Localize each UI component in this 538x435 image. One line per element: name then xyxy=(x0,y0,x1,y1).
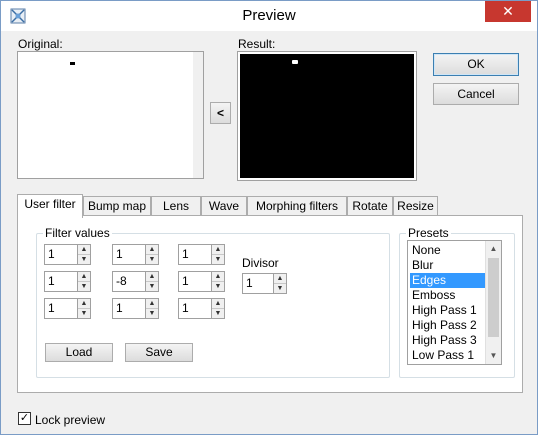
filter-value-r2c2[interactable]: -8 ▲ ▼ xyxy=(112,271,159,292)
close-icon: ✕ xyxy=(502,3,514,19)
result-image xyxy=(240,54,414,178)
chevron-down-icon[interactable]: ▼ xyxy=(486,348,501,363)
triangle-up-icon[interactable]: ▲ xyxy=(212,272,224,282)
spin-buttons: ▲ ▼ xyxy=(146,244,159,265)
filter-value-field[interactable]: 1 xyxy=(178,244,212,265)
window-title: Preview xyxy=(242,7,296,24)
filter-value-r3c3[interactable]: 1 ▲ ▼ xyxy=(178,298,225,319)
checkmark-icon: ✓ xyxy=(19,412,30,424)
ok-button[interactable]: OK xyxy=(433,53,519,76)
filter-value-field[interactable]: 1 xyxy=(112,244,146,265)
filter-value-r3c2[interactable]: 1 ▲ ▼ xyxy=(112,298,159,319)
triangle-down-icon[interactable]: ▼ xyxy=(212,282,224,292)
result-preview xyxy=(237,51,417,181)
scroll-thumb[interactable] xyxy=(488,258,499,337)
spin-buttons: ▲ ▼ xyxy=(274,273,287,294)
preview-window: Preview ✕ Original: < Result: OK Cancel … xyxy=(0,0,538,435)
spin-buttons: ▲ ▼ xyxy=(78,271,91,292)
spin-buttons: ▲ ▼ xyxy=(146,298,159,319)
filter-value-r1c1[interactable]: 1 ▲ ▼ xyxy=(44,244,91,265)
triangle-down-icon[interactable]: ▼ xyxy=(78,255,90,265)
preset-item-high-pass-3[interactable]: High Pass 3 xyxy=(410,333,486,348)
spin-buttons: ▲ ▼ xyxy=(212,298,225,319)
filter-value-field[interactable]: 1 xyxy=(44,298,78,319)
triangle-up-icon[interactable]: ▲ xyxy=(146,299,158,309)
triangle-down-icon[interactable]: ▼ xyxy=(274,284,286,294)
triangle-up-icon[interactable]: ▲ xyxy=(78,299,90,309)
triangle-down-icon[interactable]: ▼ xyxy=(146,282,158,292)
divisor-field[interactable]: 1 xyxy=(242,273,274,294)
preset-item-blur[interactable]: Blur xyxy=(410,258,486,273)
spin-buttons: ▲ ▼ xyxy=(212,271,225,292)
divisor-spinner[interactable]: 1 ▲ ▼ xyxy=(242,273,289,294)
tab-resize[interactable]: Resize xyxy=(393,196,438,216)
preset-item-emboss[interactable]: Emboss xyxy=(410,288,486,303)
chevron-up-icon[interactable]: ▲ xyxy=(486,241,501,256)
filter-value-field[interactable]: 1 xyxy=(44,271,78,292)
filter-value-r1c3[interactable]: 1 ▲ ▼ xyxy=(178,244,225,265)
filter-value-field[interactable]: 1 xyxy=(112,298,146,319)
preset-item-high-pass-2[interactable]: High Pass 2 xyxy=(410,318,486,333)
presets-title: Presets xyxy=(406,226,451,240)
save-button[interactable]: Save xyxy=(125,343,193,362)
filter-values-title: Filter values xyxy=(43,226,112,240)
triangle-up-icon[interactable]: ▲ xyxy=(78,245,90,255)
filter-value-field[interactable]: -8 xyxy=(112,271,146,292)
original-preview xyxy=(17,51,204,179)
preset-item-none[interactable]: None xyxy=(410,243,486,258)
copy-to-original-button[interactable]: < xyxy=(210,102,231,124)
filter-value-field[interactable]: 1 xyxy=(44,244,78,265)
preset-item-low-pass-1[interactable]: Low Pass 1 xyxy=(410,348,486,363)
triangle-down-icon[interactable]: ▼ xyxy=(212,255,224,265)
tab-morphing-filters[interactable]: Morphing filters xyxy=(247,196,347,216)
preset-item-high-pass-1[interactable]: High Pass 1 xyxy=(410,303,486,318)
title-bar: Preview ✕ xyxy=(1,1,537,31)
divisor-label: Divisor xyxy=(242,256,279,270)
spin-buttons: ▲ ▼ xyxy=(78,244,91,265)
result-image-content xyxy=(292,60,298,64)
presets-scrollbar[interactable]: ▲ ▼ xyxy=(485,241,501,364)
presets-list[interactable]: None Blur Edges Emboss High Pass 1 High … xyxy=(407,240,502,365)
filter-value-r2c1[interactable]: 1 ▲ ▼ xyxy=(44,271,91,292)
triangle-down-icon[interactable]: ▼ xyxy=(78,309,90,319)
filter-value-field[interactable]: 1 xyxy=(178,271,212,292)
original-label: Original: xyxy=(18,37,63,51)
close-button[interactable]: ✕ xyxy=(485,1,531,22)
tab-lens[interactable]: Lens xyxy=(151,196,201,216)
filter-value-r2c3[interactable]: 1 ▲ ▼ xyxy=(178,271,225,292)
triangle-down-icon[interactable]: ▼ xyxy=(78,282,90,292)
tab-wave[interactable]: Wave xyxy=(201,196,247,216)
triangle-down-icon[interactable]: ▼ xyxy=(212,309,224,319)
cancel-button[interactable]: Cancel xyxy=(433,83,519,105)
filter-value-r1c2[interactable]: 1 ▲ ▼ xyxy=(112,244,159,265)
tab-rotate[interactable]: Rotate xyxy=(347,196,393,216)
original-image-content xyxy=(70,62,75,65)
spin-buttons: ▲ ▼ xyxy=(146,271,159,292)
tab-user-filter[interactable]: User filter xyxy=(17,194,83,218)
original-preview-scrollbar[interactable] xyxy=(193,52,203,178)
tab-bump-map[interactable]: Bump map xyxy=(83,196,151,216)
spin-buttons: ▲ ▼ xyxy=(212,244,225,265)
triangle-up-icon[interactable]: ▲ xyxy=(212,245,224,255)
triangle-up-icon[interactable]: ▲ xyxy=(146,272,158,282)
lock-preview-checkbox[interactable]: ✓ xyxy=(18,412,31,425)
spin-buttons: ▲ ▼ xyxy=(78,298,91,319)
triangle-down-icon[interactable]: ▼ xyxy=(146,309,158,319)
result-label: Result: xyxy=(238,37,276,51)
triangle-up-icon[interactable]: ▲ xyxy=(146,245,158,255)
triangle-up-icon[interactable]: ▲ xyxy=(212,299,224,309)
filter-value-field[interactable]: 1 xyxy=(178,298,212,319)
load-button[interactable]: Load xyxy=(45,343,113,362)
filter-value-r3c1[interactable]: 1 ▲ ▼ xyxy=(44,298,91,319)
lock-preview-label: Lock preview xyxy=(35,413,106,427)
triangle-up-icon[interactable]: ▲ xyxy=(274,274,286,284)
triangle-down-icon[interactable]: ▼ xyxy=(146,255,158,265)
preset-item-edges[interactable]: Edges xyxy=(410,273,486,288)
triangle-up-icon[interactable]: ▲ xyxy=(78,272,90,282)
